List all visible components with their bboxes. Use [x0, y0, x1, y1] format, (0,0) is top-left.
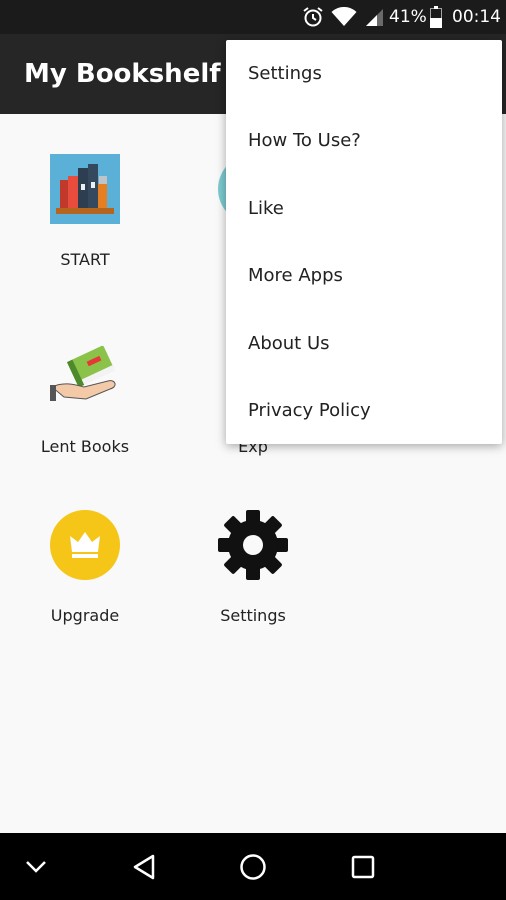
overflow-menu: Settings How To Use? Like More Apps Abou…	[226, 40, 502, 444]
gear-icon	[218, 510, 288, 580]
menu-item-more-apps[interactable]: More Apps	[226, 242, 502, 309]
home-icon[interactable]	[231, 833, 275, 900]
navigation-bar	[0, 833, 506, 900]
alarm-icon	[300, 0, 326, 34]
bookshelf-icon	[50, 154, 120, 224]
battery-icon	[428, 0, 444, 34]
tile-lent-books-label: Lent Books	[40, 437, 130, 456]
wifi-icon	[330, 0, 358, 34]
tile-start-label: START	[60, 250, 110, 269]
lent-book-hand-icon	[50, 341, 120, 411]
battery-percent: 41%	[389, 7, 427, 27]
tile-upgrade[interactable]: Upgrade	[0, 510, 170, 660]
tile-settings[interactable]: Settings	[168, 510, 338, 660]
status-bar: 41% 00:14	[0, 0, 506, 34]
tile-upgrade-label: Upgrade	[50, 606, 120, 625]
menu-item-about-us[interactable]: About Us	[226, 310, 502, 377]
chevron-down-icon[interactable]	[14, 833, 58, 900]
tile-settings-label: Settings	[220, 606, 286, 625]
menu-item-how-to-use[interactable]: How To Use?	[226, 107, 502, 174]
menu-item-settings[interactable]: Settings	[226, 40, 502, 107]
crown-icon	[50, 510, 120, 580]
recents-icon[interactable]	[341, 833, 385, 900]
tile-start[interactable]: START	[0, 154, 170, 304]
menu-item-like[interactable]: Like	[226, 175, 502, 242]
clock: 00:14	[452, 7, 501, 27]
menu-item-privacy-policy[interactable]: Privacy Policy	[226, 377, 502, 444]
back-icon[interactable]	[122, 833, 166, 900]
tile-lent-books[interactable]: Lent Books	[0, 341, 170, 491]
signal-icon	[362, 0, 386, 34]
